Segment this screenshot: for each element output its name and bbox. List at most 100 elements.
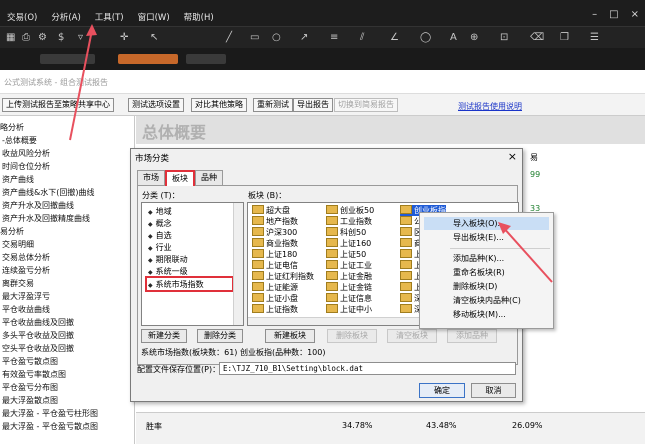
- maximize-button[interactable]: □: [609, 9, 618, 20]
- filter-icon[interactable]: ▿: [78, 33, 83, 43]
- nav-item[interactable]: 交易总体分析: [2, 252, 50, 263]
- block-item[interactable]: 科创50: [326, 227, 366, 238]
- export-report-button[interactable]: 导出报告: [293, 98, 333, 112]
- nav-item[interactable]: 资产曲线: [2, 174, 34, 185]
- delete-block-button[interactable]: 删除板块: [327, 329, 377, 343]
- nav-item[interactable]: 资产升水及回撤曲线: [2, 200, 74, 211]
- ellipse-icon[interactable]: ○: [272, 33, 281, 43]
- report-help-link[interactable]: 测试报告使用说明: [458, 101, 522, 112]
- list-icon[interactable]: ☰: [590, 33, 599, 43]
- config-path-field[interactable]: E:\TJZ_710_B1\Setting\block.dat: [219, 362, 516, 375]
- menu-export-block[interactable]: 导出板块(E)...: [424, 231, 549, 244]
- nav-item[interactable]: 最大浮盈 - 平仓盈亏散点图: [2, 421, 98, 432]
- category-list[interactable]: 地域 概念 自选 行业 期限联动 系统一级 系统市场指数: [141, 202, 244, 326]
- menu-window[interactable]: 窗口(W): [131, 11, 177, 25]
- chart-tab[interactable]: [40, 54, 95, 64]
- dollar-icon[interactable]: $: [58, 33, 64, 43]
- block-item[interactable]: 沪深300: [252, 227, 297, 238]
- cross-icon[interactable]: ✛: [120, 33, 128, 43]
- add-variety-button[interactable]: 添加品种: [447, 329, 497, 343]
- block-item[interactable]: 创业板50: [326, 205, 374, 216]
- nav-item[interactable]: 离群交易: [2, 278, 34, 289]
- tab-market[interactable]: 市场: [137, 170, 165, 185]
- minimize-button[interactable]: –: [592, 9, 597, 20]
- nav-item[interactable]: 易分析: [0, 226, 24, 237]
- ok-button[interactable]: 确定: [419, 383, 465, 398]
- fib-icon[interactable]: ≡: [330, 33, 338, 43]
- simple-report-button[interactable]: 切换到简易报告: [334, 98, 398, 112]
- channel-icon[interactable]: ⫽: [360, 33, 364, 43]
- block-item[interactable]: 上证金融: [326, 271, 372, 282]
- category-item[interactable]: 地域: [148, 206, 172, 217]
- compare-strategy-button[interactable]: 对比其他策略: [191, 98, 247, 112]
- category-item[interactable]: 自选: [148, 230, 172, 241]
- block-item[interactable]: 上证小盘: [252, 293, 298, 304]
- block-item[interactable]: 上证50: [326, 249, 366, 260]
- category-item[interactable]: 期限联动: [148, 254, 188, 265]
- nav-item[interactable]: 交易明细: [2, 239, 34, 250]
- menu-trade[interactable]: 交易(O): [0, 11, 44, 25]
- category-item[interactable]: 行业: [148, 242, 172, 253]
- nav-item[interactable]: 有效盈亏率散点图: [2, 369, 66, 380]
- close-icon[interactable]: ×: [508, 150, 517, 163]
- settings-icon[interactable]: ⚙: [38, 33, 47, 43]
- nav-item[interactable]: 资产升水及回撤精度曲线: [2, 213, 90, 224]
- block-item[interactable]: 上证电信: [252, 260, 298, 271]
- block-item[interactable]: 地产指数: [252, 216, 298, 227]
- test-options-button[interactable]: 测试选项设置: [128, 98, 184, 112]
- nav-item[interactable]: 多头平仓收益及回撤: [2, 330, 74, 341]
- block-item[interactable]: 商业指数: [252, 238, 298, 249]
- angle-icon[interactable]: ∠: [390, 33, 399, 43]
- menu-move-block[interactable]: 移动板块(M)...: [424, 308, 549, 321]
- block-item[interactable]: 上证160: [326, 238, 371, 249]
- menu-help[interactable]: 帮助(H): [177, 11, 221, 25]
- delete-icon[interactable]: ⌫: [530, 33, 544, 43]
- block-item[interactable]: 上证中小: [326, 304, 372, 315]
- lock-icon[interactable]: ⊡: [500, 33, 508, 43]
- nav-item[interactable]: 空头平仓收益及回撤: [2, 343, 74, 354]
- circle-icon[interactable]: ◯: [420, 33, 431, 43]
- nav-item[interactable]: -总体概要: [2, 135, 37, 146]
- zoom-icon[interactable]: ⊕: [470, 33, 478, 43]
- nav-item[interactable]: 略分析: [0, 122, 24, 133]
- cancel-button[interactable]: 取消: [471, 383, 516, 398]
- grid-icon[interactable]: ▦: [6, 33, 15, 43]
- print-icon[interactable]: ⎙: [22, 33, 30, 43]
- new-category-button[interactable]: 新建分类: [141, 329, 187, 343]
- menu-add-variety[interactable]: 添加品种(K)...: [424, 252, 549, 265]
- nav-item[interactable]: 收益风险分析: [2, 148, 50, 159]
- draw-line-icon[interactable]: ╱: [226, 33, 232, 43]
- copy-icon[interactable]: ❐: [560, 33, 569, 43]
- category-scrollbar[interactable]: [233, 203, 243, 325]
- nav-item[interactable]: 资产曲线&水下(回撤)曲线: [2, 187, 94, 198]
- menu-analysis[interactable]: 分析(A): [44, 11, 87, 25]
- text-icon[interactable]: A: [450, 33, 457, 43]
- block-item[interactable]: 上证能源: [252, 282, 298, 293]
- menu-delete-block[interactable]: 删除板块(D): [424, 280, 549, 293]
- menu-tools[interactable]: 工具(T): [88, 11, 131, 25]
- block-item[interactable]: 上证工业: [326, 260, 372, 271]
- nav-item[interactable]: 最大浮盈 - 平仓盈亏柱形图: [2, 408, 98, 419]
- tab-block[interactable]: 板块: [165, 170, 195, 186]
- retest-button[interactable]: 重新测试: [253, 98, 293, 112]
- nav-item[interactable]: 平仓收益曲线: [2, 304, 50, 315]
- block-item[interactable]: 上证180: [252, 249, 297, 260]
- clear-block-button[interactable]: 清空板块: [387, 329, 437, 343]
- nav-item[interactable]: 平仓收益曲线及回撤: [2, 317, 74, 328]
- block-item[interactable]: 上证信息: [326, 293, 372, 304]
- tab-variety[interactable]: 品种: [195, 170, 223, 185]
- nav-item[interactable]: 最大浮盈散点图: [2, 395, 58, 406]
- block-item[interactable]: 上证金链: [326, 282, 372, 293]
- nav-item[interactable]: 连续盈亏分析: [2, 265, 50, 276]
- chart-tab-active[interactable]: [118, 54, 178, 64]
- close-window-button[interactable]: ×: [631, 9, 639, 20]
- nav-item[interactable]: 最大浮盈浮亏: [2, 291, 50, 302]
- upload-report-button[interactable]: 上传测试报告至策略共享中心: [2, 98, 114, 112]
- rect-icon[interactable]: ▭: [250, 33, 259, 43]
- nav-item[interactable]: 平仓盈亏分布图: [2, 382, 58, 393]
- chart-tab[interactable]: [186, 54, 226, 64]
- category-item[interactable]: 概念: [148, 218, 172, 229]
- menu-import-block[interactable]: 导入板块(O)...: [424, 217, 549, 230]
- arrow-icon[interactable]: ↗: [300, 33, 308, 43]
- block-item[interactable]: 工业指数: [326, 216, 372, 227]
